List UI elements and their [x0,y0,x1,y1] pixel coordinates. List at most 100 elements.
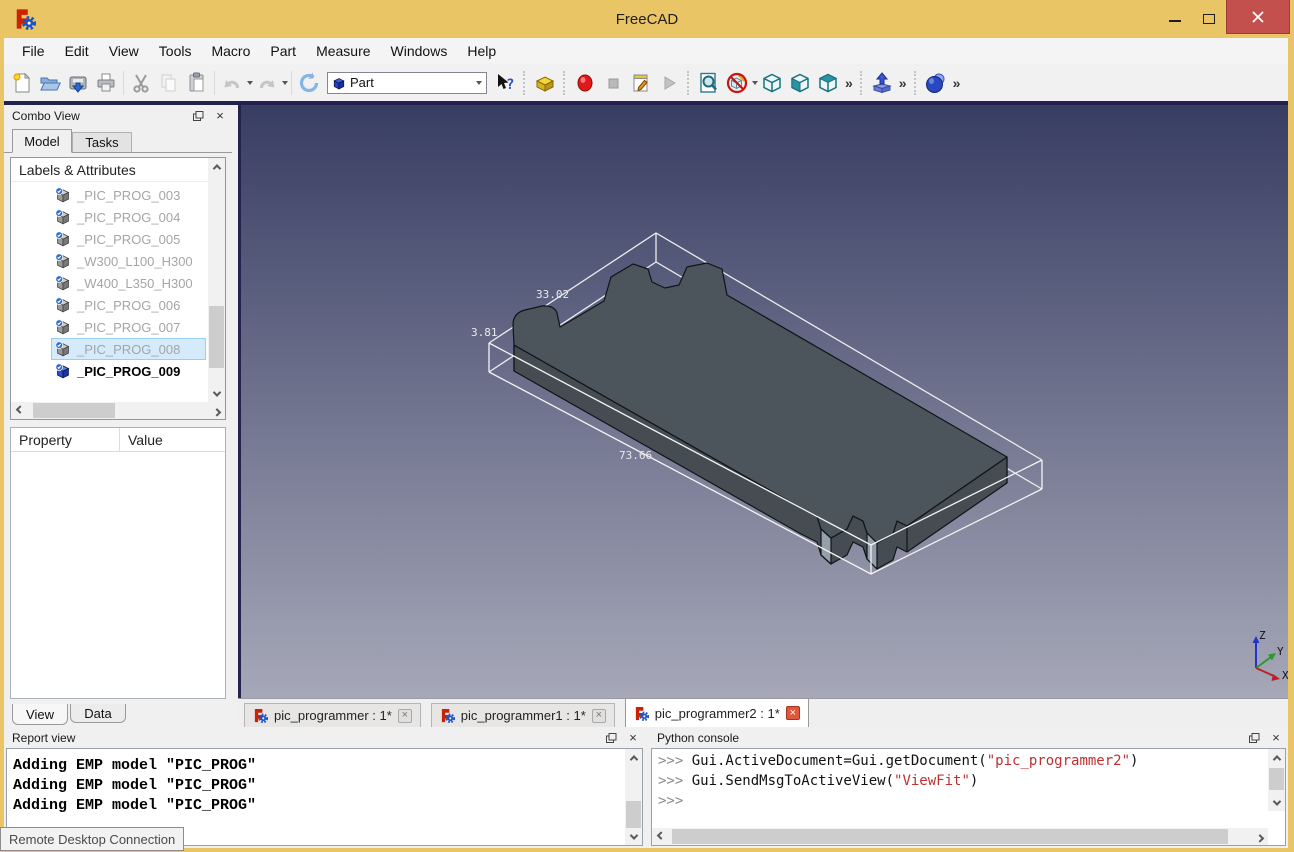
solids-toolbar-extension[interactable]: » [950,75,964,91]
scroll-left-button[interactable] [652,828,669,845]
tab-close-icon[interactable]: × [591,708,606,723]
macro-edit-button[interactable] [627,69,655,97]
scrollbar-thumb[interactable] [1269,768,1284,790]
view-top-button[interactable] [814,69,842,97]
tab-model[interactable]: Model [12,129,72,153]
python-console-float-icon[interactable] [1246,730,1262,745]
scroll-down-button[interactable] [1268,794,1285,811]
menu-measure[interactable]: Measure [306,40,380,62]
tree-horizontal-scrollbar[interactable] [11,402,225,419]
maximize-button[interactable] [1194,0,1224,34]
tree-item[interactable]: _PIC_PROG_003 [11,184,208,206]
menu-view[interactable]: View [99,40,149,62]
workbench-selector[interactable]: Part [327,71,487,94]
scroll-right-button[interactable] [208,402,225,419]
view-front-button[interactable] [786,69,814,97]
scroll-down-button[interactable] [625,828,642,845]
report-view-float-icon[interactable] [603,730,619,745]
tree-vertical-scrollbar[interactable] [208,158,225,402]
report-view-close-icon[interactable]: × [625,730,641,745]
new-document-button[interactable] [8,69,36,97]
scrollbar-thumb[interactable] [672,829,1228,844]
scroll-right-button[interactable] [1251,828,1268,845]
scroll-left-button[interactable] [11,402,28,419]
close-button[interactable] [1226,0,1290,34]
part-cube-icon [55,319,71,335]
document-tab[interactable]: pic_programmer : 1* × [244,703,421,727]
save-button[interactable] [64,69,92,97]
tree-item[interactable]: _PIC_PROG_007 [11,316,208,338]
paste-button[interactable] [183,69,211,97]
scroll-up-button[interactable] [1268,749,1285,766]
menu-part[interactable]: Part [260,40,306,62]
view-axonometric-button[interactable] [758,69,786,97]
python-horizontal-scrollbar[interactable] [652,828,1268,845]
scroll-up-button[interactable] [208,158,225,175]
redo-dropdown-arrow[interactable] [282,80,288,85]
tab-close-icon[interactable]: × [785,706,800,720]
copy-button[interactable] [155,69,183,97]
macro-play-button[interactable] [655,69,683,97]
menu-file[interactable]: File [12,40,55,62]
paste-icon [189,72,204,91]
menu-windows[interactable]: Windows [381,40,458,62]
whats-this-button[interactable]: ? [491,69,519,97]
scroll-down-button[interactable] [208,385,225,402]
part-toolbar-extension[interactable]: » [896,75,910,91]
view-fit-all-button[interactable] [695,69,723,97]
redo-button[interactable] [253,69,281,97]
document-tab[interactable]: pic_programmer2 : 1* × [624,698,809,727]
tab-view[interactable]: View [12,704,68,725]
refresh-button[interactable] [295,69,323,97]
python-vertical-scrollbar[interactable] [1268,749,1285,811]
menu-help[interactable]: Help [457,40,506,62]
tab-close-icon[interactable]: × [397,708,412,723]
menu-edit[interactable]: Edit [55,40,99,62]
part-sphere-button[interactable] [922,69,950,97]
tree-item[interactable]: _PIC_PROG_006 [11,294,208,316]
combo-view-float-icon[interactable] [190,108,206,123]
tree-item-label: _PIC_PROG_008 [77,341,181,357]
combo-view-close-icon[interactable]: × [212,108,228,123]
tree-item[interactable]: _PIC_PROG_004 [11,206,208,228]
tree-item[interactable]: _W300_L100_H300 [11,250,208,272]
python-console-close-icon[interactable]: × [1268,730,1284,745]
tree-item[interactable]: _PIC_PROG_005 [11,228,208,250]
python-console-content[interactable]: >>> Gui.ActiveDocument=Gui.getDocument("… [651,748,1286,846]
scrollbar-thumb[interactable] [33,403,115,418]
python-string-literal: "ViewFit" [894,773,970,789]
3d-viewport[interactable]: 33.02 3.81 73.66 Z Y X [238,105,1289,698]
front-view-cube-icon [791,73,809,92]
draw-style-button[interactable] [723,69,751,97]
tree-item-label: _PIC_PROG_005 [77,231,181,247]
tree-item[interactable]: _PIC_PROG_008 [11,338,208,360]
open-document-button[interactable] [36,69,64,97]
workbench-cube-icon [333,77,345,89]
tree-item[interactable]: _W400_L350_H300 [11,272,208,294]
view-toolbar-extension[interactable]: » [842,75,856,91]
cut-button[interactable] [127,69,155,97]
part-box-button[interactable] [531,69,559,97]
tab-tasks[interactable]: Tasks [72,132,132,153]
tree-item[interactable]: _PIC_PROG_009 [11,360,208,382]
3d-scene[interactable]: 33.02 3.81 73.66 Z Y X [241,105,1289,698]
scrollbar-thumb[interactable] [626,801,641,829]
titlebar[interactable]: FreeCAD [0,0,1294,38]
print-button[interactable] [92,69,120,97]
document-tab-label: pic_programmer : 1* [274,708,392,723]
document-tab[interactable]: pic_programmer1 : 1* × [430,703,615,727]
property-column-header[interactable]: Property [11,428,119,451]
report-vertical-scrollbar[interactable] [625,749,642,845]
macro-stop-button[interactable] [599,69,627,97]
part-extrude-button[interactable] [868,69,896,97]
tab-data[interactable]: Data [70,704,126,723]
menu-macro[interactable]: Macro [201,40,260,62]
tree-item-label: _W400_L350_H300 [77,275,193,291]
value-column-header[interactable]: Value [119,428,225,451]
scrollbar-thumb[interactable] [209,306,224,368]
scroll-up-button[interactable] [625,749,642,766]
menu-tools[interactable]: Tools [149,40,202,62]
undo-button[interactable] [218,69,246,97]
macro-record-button[interactable] [571,69,599,97]
minimize-button[interactable] [1156,0,1194,34]
